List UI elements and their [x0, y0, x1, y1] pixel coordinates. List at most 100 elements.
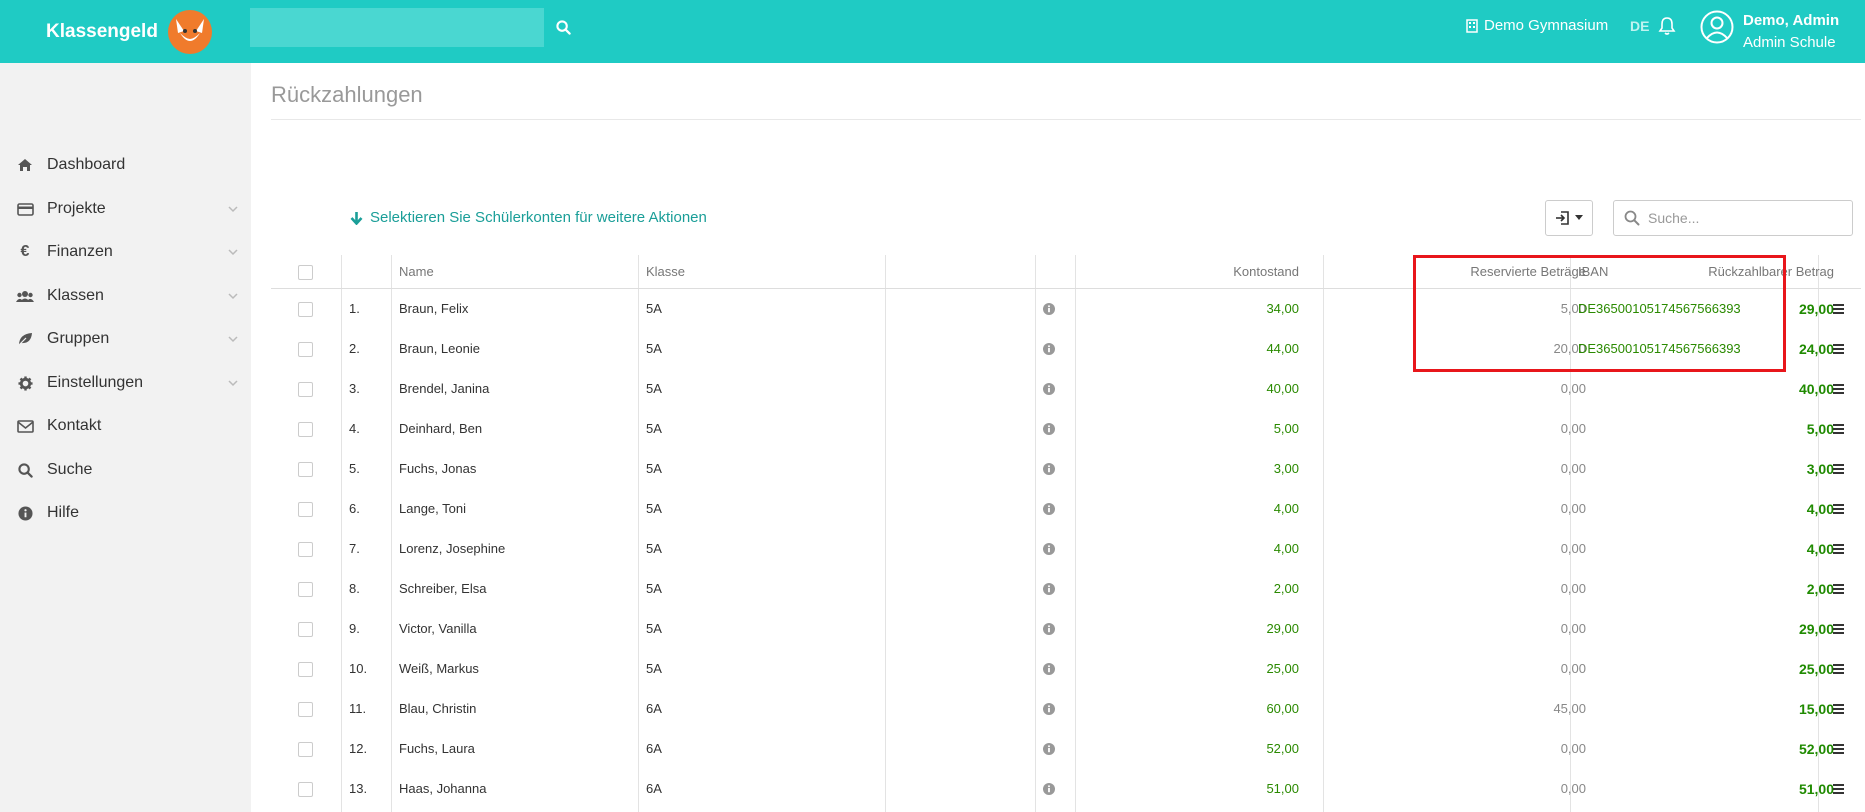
- sidebar-item-suche[interactable]: Suche: [0, 452, 251, 488]
- info-icon[interactable]: [1043, 703, 1055, 715]
- student-name[interactable]: Schreiber, Elsa: [399, 569, 486, 609]
- home-icon: [16, 156, 34, 174]
- row-checkbox[interactable]: [298, 702, 313, 717]
- table-row[interactable]: 5. Fuchs, Jonas 5A 3,00 0,00 3,00: [271, 449, 1861, 489]
- student-class: 5A: [646, 621, 662, 636]
- info-icon[interactable]: [1043, 343, 1055, 355]
- row-checkbox[interactable]: [298, 342, 313, 357]
- global-search-button[interactable]: [552, 14, 574, 40]
- hamburger-menu-icon[interactable]: [1833, 544, 1844, 554]
- row-checkbox[interactable]: [298, 742, 313, 757]
- table-row[interactable]: 4. Deinhard, Ben 5A 5,00 0,00 5,00: [271, 409, 1861, 449]
- info-icon[interactable]: [1043, 383, 1055, 395]
- sidebar-item-kontakt[interactable]: Kontakt: [0, 408, 251, 444]
- row-checkbox[interactable]: [298, 302, 313, 317]
- student-name[interactable]: Brendel, Janina: [399, 369, 489, 409]
- sidebar-item-klassen[interactable]: Klassen: [0, 278, 251, 314]
- hamburger-menu-icon[interactable]: [1833, 744, 1844, 754]
- hamburger-menu-icon[interactable]: [1833, 784, 1844, 794]
- hamburger-menu-icon[interactable]: [1833, 504, 1844, 514]
- bell-icon[interactable]: [1658, 16, 1676, 36]
- student-class: 5A: [646, 661, 662, 676]
- info-icon[interactable]: [1043, 303, 1055, 315]
- student-name[interactable]: Braun, Felix: [399, 289, 468, 329]
- search-icon: [1624, 210, 1640, 226]
- table-row[interactable]: 10. Weiß, Markus 5A 25,00 0,00 25,00: [271, 649, 1861, 689]
- row-checkbox[interactable]: [298, 502, 313, 517]
- row-checkbox[interactable]: [298, 782, 313, 797]
- student-name[interactable]: Lange, Toni: [399, 489, 466, 529]
- sidebar-item-finanzen[interactable]: € Finanzen: [0, 234, 251, 270]
- hamburger-menu-icon[interactable]: [1833, 344, 1844, 354]
- student-name[interactable]: Haas, Johanna: [399, 769, 486, 809]
- hamburger-menu-icon[interactable]: [1833, 304, 1844, 314]
- language-switch[interactable]: DE: [1630, 18, 1649, 34]
- chevron-down-icon: [228, 293, 238, 300]
- hamburger-menu-icon[interactable]: [1833, 624, 1844, 634]
- global-search-input[interactable]: [250, 8, 544, 47]
- table-row[interactable]: 9. Victor, Vanilla 5A 29,00 0,00 29,00: [271, 609, 1861, 649]
- caret-down-icon: [1575, 215, 1583, 220]
- sidebar-item-einstellungen[interactable]: Einstellungen: [0, 365, 251, 401]
- row-number: 8.: [349, 581, 360, 596]
- table-row[interactable]: 8. Schreiber, Elsa 5A 2,00 0,00 2,00: [271, 569, 1861, 609]
- table-search[interactable]: [1613, 200, 1853, 236]
- column-header-klasse[interactable]: Klasse: [646, 255, 685, 289]
- select-all-checkbox[interactable]: [298, 265, 313, 280]
- info-icon[interactable]: [1043, 663, 1055, 675]
- row-checkbox[interactable]: [298, 622, 313, 637]
- school-selector[interactable]: Demo Gymnasium: [1466, 17, 1608, 34]
- student-name[interactable]: Deinhard, Ben: [399, 409, 482, 449]
- column-header-name[interactable]: Name: [399, 255, 434, 289]
- hamburger-menu-icon[interactable]: [1833, 464, 1844, 474]
- sidebar-item-hilfe[interactable]: Hilfe: [0, 495, 251, 531]
- student-class: 6A: [646, 701, 662, 716]
- hamburger-menu-icon[interactable]: [1833, 704, 1844, 714]
- row-checkbox[interactable]: [298, 422, 313, 437]
- table-search-input[interactable]: [1648, 202, 1848, 234]
- row-checkbox[interactable]: [298, 462, 313, 477]
- info-icon[interactable]: [1043, 623, 1055, 635]
- info-icon[interactable]: [1043, 783, 1055, 795]
- hamburger-menu-icon[interactable]: [1833, 424, 1844, 434]
- export-button[interactable]: [1545, 200, 1593, 236]
- table-row[interactable]: 13. Haas, Johanna 6A 51,00 0,00 51,00: [271, 769, 1861, 809]
- search-icon: [555, 19, 571, 35]
- table-row[interactable]: 7. Lorenz, Josephine 5A 4,00 0,00 4,00: [271, 529, 1861, 569]
- student-name[interactable]: Blau, Christin: [399, 689, 476, 729]
- info-icon[interactable]: [1043, 463, 1055, 475]
- info-icon[interactable]: [1043, 583, 1055, 595]
- info-icon[interactable]: [1043, 743, 1055, 755]
- hamburger-menu-icon[interactable]: [1833, 664, 1844, 674]
- info-icon[interactable]: [1043, 423, 1055, 435]
- brand-logo[interactable]: Klassengeld: [46, 0, 214, 63]
- user-info[interactable]: Demo, Admin Admin Schule: [1743, 10, 1839, 54]
- row-number: 9.: [349, 621, 360, 636]
- info-icon[interactable]: [1043, 543, 1055, 555]
- student-name[interactable]: Weiß, Markus: [399, 649, 479, 689]
- student-name[interactable]: Fuchs, Laura: [399, 729, 475, 769]
- student-name[interactable]: Fuchs, Jonas: [399, 449, 476, 489]
- student-class: 5A: [646, 541, 662, 556]
- sidebar-item-gruppen[interactable]: Gruppen: [0, 321, 251, 357]
- info-icon[interactable]: [1043, 503, 1055, 515]
- title-divider: [271, 119, 1861, 120]
- row-checkbox[interactable]: [298, 382, 313, 397]
- sidebar-item-projekte[interactable]: Projekte: [0, 191, 251, 227]
- sidebar-item-dashboard[interactable]: Dashboard: [0, 147, 251, 183]
- hamburger-menu-icon[interactable]: [1833, 584, 1844, 594]
- student-name[interactable]: Victor, Vanilla: [399, 609, 477, 649]
- table-row[interactable]: 6. Lange, Toni 5A 4,00 0,00 4,00: [271, 489, 1861, 529]
- row-checkbox[interactable]: [298, 582, 313, 597]
- student-name[interactable]: Braun, Leonie: [399, 329, 480, 369]
- table-row[interactable]: 12. Fuchs, Laura 6A 52,00 0,00 52,00: [271, 729, 1861, 769]
- table-row[interactable]: 11. Blau, Christin 6A 60,00 45,00 15,00: [271, 689, 1861, 729]
- avatar[interactable]: [1700, 10, 1734, 44]
- hamburger-menu-icon[interactable]: [1833, 384, 1844, 394]
- building-icon: [1466, 18, 1478, 33]
- row-checkbox[interactable]: [298, 542, 313, 557]
- row-checkbox[interactable]: [298, 662, 313, 677]
- table-row[interactable]: 3. Brendel, Janina 5A 40,00 0,00 40,00: [271, 369, 1861, 409]
- envelope-icon: [16, 417, 34, 435]
- student-name[interactable]: Lorenz, Josephine: [399, 529, 505, 569]
